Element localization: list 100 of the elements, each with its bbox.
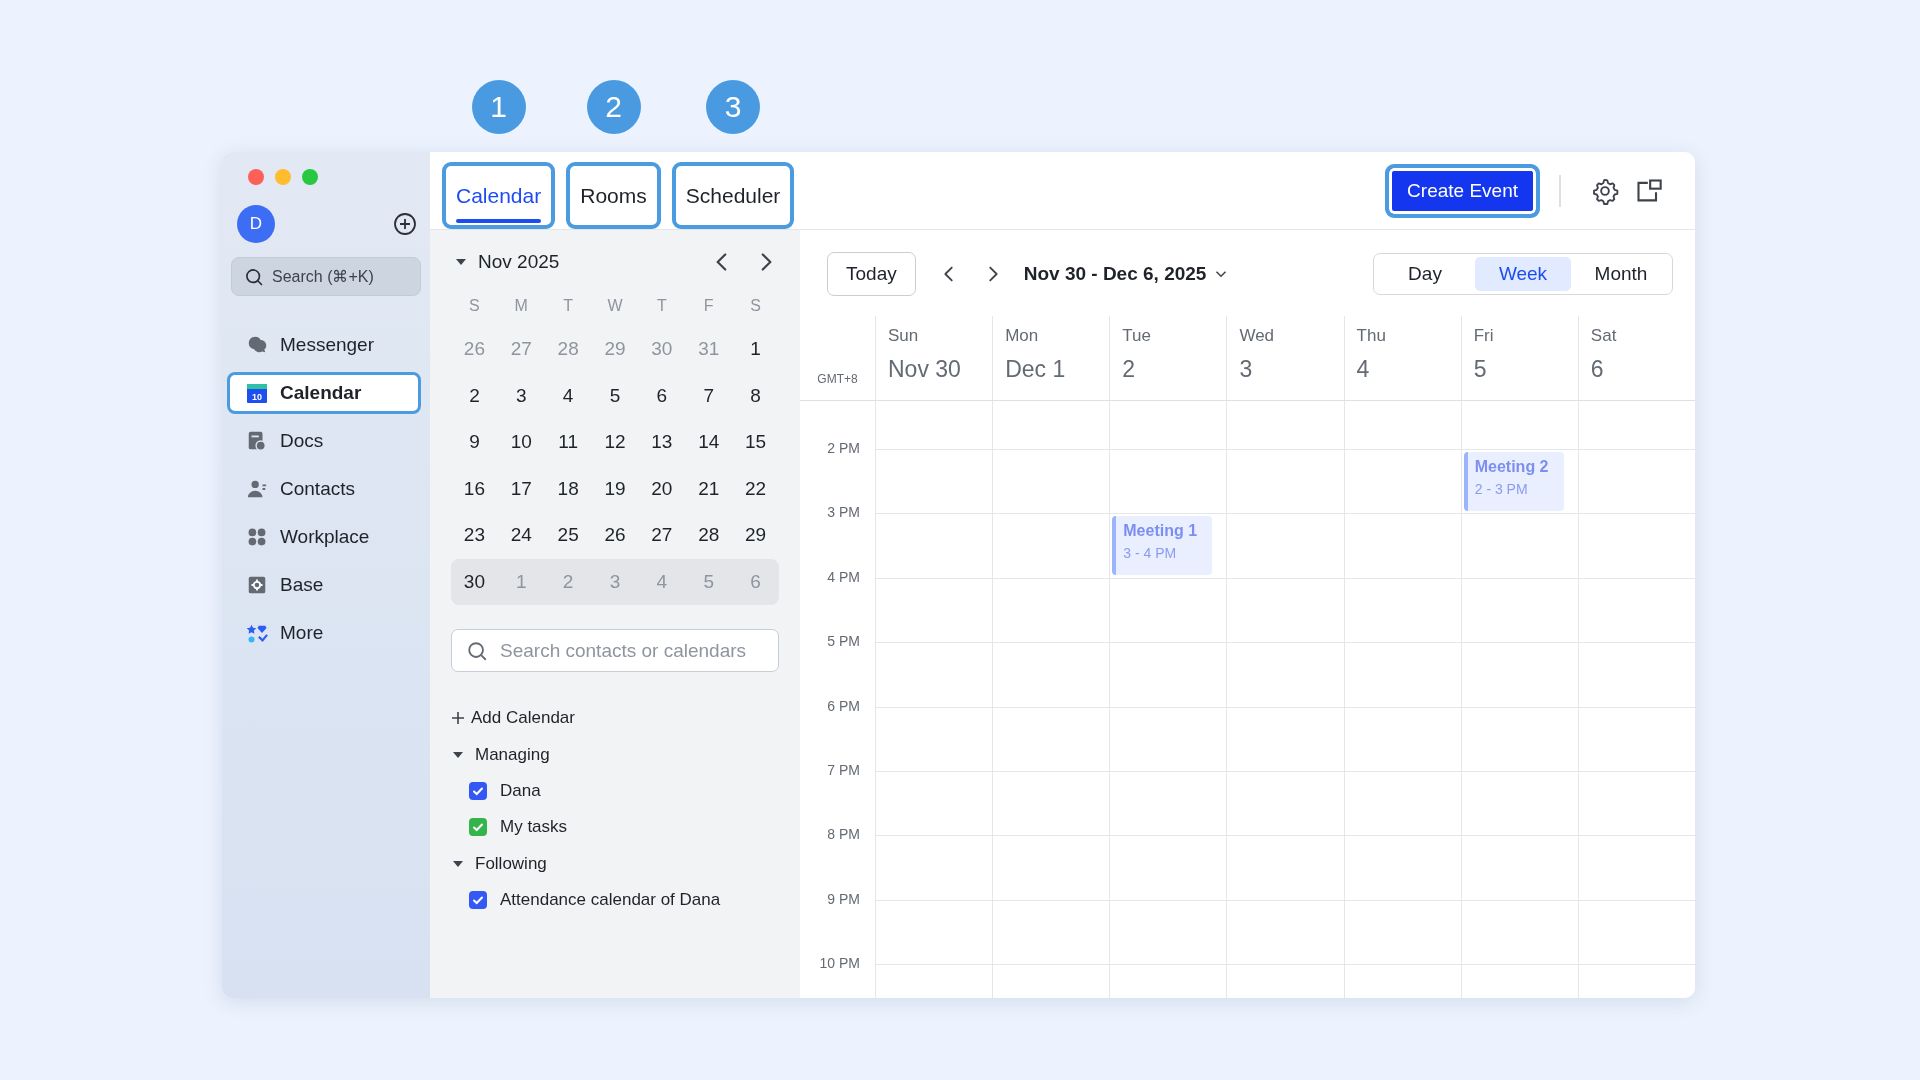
weekday-label: Sat bbox=[1590, 326, 1618, 346]
date-cell[interactable]: 28 bbox=[685, 512, 733, 559]
date-cell[interactable]: 14 bbox=[685, 419, 733, 466]
add-calendar-link[interactable]: Add Calendar bbox=[451, 708, 575, 728]
group-label[interactable]: Following bbox=[475, 854, 547, 874]
date-cell[interactable]: 6 bbox=[638, 372, 686, 419]
date-cell[interactable]: 19 bbox=[591, 465, 639, 512]
checkbox[interactable] bbox=[469, 891, 487, 909]
view-option[interactable]: Day bbox=[1377, 257, 1473, 291]
create-event-button[interactable]: Create Event bbox=[1385, 163, 1540, 218]
weekday-label: F bbox=[702, 296, 715, 316]
hour-label: 3 PM bbox=[827, 504, 860, 521]
date-cell[interactable]: 13 bbox=[638, 419, 686, 466]
step-number: 2 bbox=[586, 80, 641, 134]
document-icon bbox=[246, 430, 268, 452]
step-number: 3 bbox=[706, 80, 761, 134]
nav-item[interactable]: Contacts bbox=[227, 468, 421, 510]
view-option[interactable]: Week bbox=[1475, 257, 1571, 291]
search-icon bbox=[466, 639, 488, 662]
month-label: Nov 2025 bbox=[478, 251, 560, 273]
weekday-label: T bbox=[562, 296, 574, 316]
add-icon[interactable] bbox=[393, 212, 417, 236]
person-icon bbox=[246, 478, 268, 500]
check-icon bbox=[472, 785, 484, 797]
search-field[interactable]: Search (⌘+K) bbox=[231, 257, 421, 296]
date-range-dropdown[interactable]: Nov 30 - Dec 6, 2025 bbox=[1023, 263, 1231, 285]
date-cell[interactable]: 11 bbox=[544, 419, 592, 466]
date-cell[interactable]: 9 bbox=[451, 419, 498, 466]
calendar-name: Attendance calendar of Dana bbox=[500, 890, 721, 910]
date-label: Dec 1 bbox=[1005, 356, 1067, 383]
date-cell[interactable]: 1 bbox=[732, 326, 779, 373]
date-cell[interactable]: 8 bbox=[732, 372, 779, 419]
date-cell[interactable]: 12 bbox=[591, 419, 639, 466]
calendar-icon: 10 bbox=[246, 382, 268, 404]
date-cell[interactable]: 29 bbox=[732, 512, 779, 559]
date-label: 6 bbox=[1590, 356, 1605, 383]
checkbox[interactable] bbox=[469, 782, 487, 800]
hour-label: 8 PM bbox=[827, 826, 860, 843]
date-cell[interactable]: 25 bbox=[544, 512, 592, 559]
date-cell[interactable]: 21 bbox=[685, 465, 733, 512]
event-title: Meeting 1 bbox=[1123, 522, 1199, 541]
date-cell[interactable]: 26 bbox=[591, 512, 639, 559]
hour-label: 5 PM bbox=[827, 633, 860, 650]
search-field[interactable]: Search contacts or calendars bbox=[498, 629, 764, 672]
weekday-label: Fri bbox=[1473, 326, 1495, 346]
hour-label: 7 PM bbox=[827, 761, 860, 778]
date-cell[interactable]: 22 bbox=[732, 465, 779, 512]
weekday-label: S bbox=[749, 296, 762, 316]
weekday-label: S bbox=[468, 296, 481, 316]
check-icon bbox=[472, 821, 484, 833]
calendar-name: Dana bbox=[500, 781, 541, 801]
date-cell[interactable]: 15 bbox=[732, 419, 779, 466]
apps-icon bbox=[246, 622, 268, 644]
date-cell[interactable]: 18 bbox=[544, 465, 592, 512]
weekday-label: W bbox=[606, 296, 624, 316]
nav-item[interactable]: Docs bbox=[227, 420, 421, 462]
user-avatar[interactable]: D bbox=[237, 205, 275, 243]
weekday-label: Thu bbox=[1356, 326, 1387, 346]
nav-item[interactable]: Base bbox=[227, 564, 421, 606]
check-icon bbox=[472, 894, 484, 906]
date-label: 4 bbox=[1356, 356, 1371, 383]
event-time: 3 - 4 PM bbox=[1123, 545, 1178, 562]
date-cell[interactable]: 27 bbox=[638, 512, 686, 559]
nav-item[interactable]: Messenger bbox=[227, 324, 421, 366]
date-cell[interactable]: 3 bbox=[497, 372, 545, 419]
hour-label: 2 PM bbox=[827, 440, 860, 456]
date-cell[interactable]: 20 bbox=[638, 465, 686, 512]
nav-item[interactable]: 10 Calendar bbox=[227, 372, 421, 414]
date-cell[interactable]: 4 bbox=[544, 372, 592, 419]
date-cell[interactable]: 5 bbox=[591, 372, 639, 419]
date-cell[interactable]: 16 bbox=[451, 465, 498, 512]
step-number: 1 bbox=[471, 80, 526, 134]
settings-icon[interactable] bbox=[1591, 176, 1619, 205]
weekday-label: Tue bbox=[1122, 326, 1152, 346]
today-button[interactable]: Today bbox=[827, 252, 916, 296]
date-cell[interactable]: 7 bbox=[685, 372, 733, 419]
checkbox[interactable] bbox=[469, 818, 487, 836]
grid-icon bbox=[246, 526, 268, 548]
date-cell[interactable]: 17 bbox=[497, 465, 545, 512]
nav-item[interactable]: More bbox=[227, 612, 421, 654]
date-cell[interactable]: 24 bbox=[497, 512, 545, 559]
event-title: Meeting 2 bbox=[1474, 458, 1550, 476]
weekday-label: Wed bbox=[1239, 326, 1276, 346]
date-cell[interactable]: 23 bbox=[451, 512, 498, 559]
hour-label: 4 PM bbox=[827, 568, 860, 585]
nav-item[interactable]: Workplace bbox=[227, 516, 421, 558]
date-cell[interactable]: 2 bbox=[451, 372, 498, 419]
calendar-name: My tasks bbox=[500, 817, 568, 837]
weekday-label: M bbox=[513, 296, 529, 316]
search-field[interactable]: Search contacts or calendars bbox=[451, 629, 779, 672]
weekday-label: Mon bbox=[1005, 326, 1040, 346]
date-cell[interactable]: 30 bbox=[451, 558, 498, 605]
timezone-label: GMT+8 bbox=[817, 372, 858, 386]
view-option[interactable]: Month bbox=[1573, 257, 1669, 291]
hour-label: 6 PM bbox=[827, 697, 860, 714]
group-label[interactable]: Managing bbox=[475, 745, 550, 765]
date-label: 5 bbox=[1473, 356, 1488, 383]
square-icon bbox=[246, 574, 268, 596]
plus-icon bbox=[451, 711, 465, 725]
date-cell[interactable]: 10 bbox=[497, 419, 545, 466]
